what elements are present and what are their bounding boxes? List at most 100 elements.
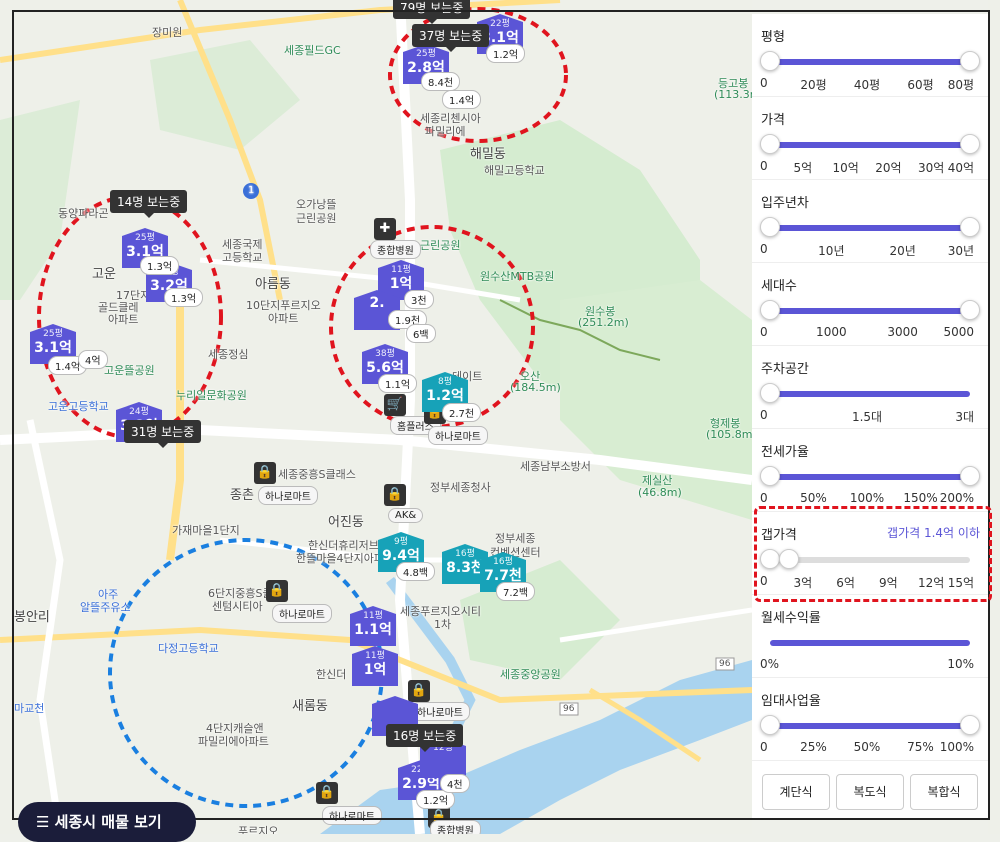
poi-icon[interactable]: 🔒 [254,462,276,484]
marker-body: 11평 1억 [352,646,398,686]
filter-title: 세대수 [761,279,797,294]
map-place-label: (46.8m) [638,486,682,499]
filter-slider-track[interactable] [770,225,970,231]
gap-price-bubble: 1.1억 [378,374,418,393]
map-place-label: 1차 [434,618,452,631]
filter-tick-label: 50% [800,491,827,505]
filter-slider-track[interactable] [770,723,970,729]
map-place-label: (251.2m) [578,316,629,329]
filter-slider-knob[interactable] [960,715,980,735]
filter-slider-knob[interactable] [960,134,980,154]
poi-icon[interactable]: ✚ [374,218,396,240]
filter-slider-track[interactable] [770,557,970,563]
filter-tick-label: 10억 [832,161,859,175]
filter-tick-label: 10년 [818,244,845,258]
filter-panel: 평형 0 20평 40평 60평 80평 가격 0 5억 10억 20억 30억 40억 입주년차 0 10년… [752,14,988,820]
filter-tick-label: 6억 [836,576,855,590]
map-place-label: 한신더 [316,668,347,681]
filter-slider-knob[interactable] [760,300,780,320]
list-listings-button[interactable]: ☰ 세종시 매물 보기 [18,802,196,842]
poi-label: 하나로마트 [322,806,382,825]
filter-slider-knob[interactable] [760,51,780,71]
map-place-label: 세종중앙공원 [500,668,561,681]
map-place-label: 세종남부소방서 [520,460,591,473]
map-place-label: 알뜰주유소 [80,601,131,614]
gap-price-bubble: 6백 [406,324,436,343]
filter-slider-knob[interactable] [760,383,780,403]
marker-size: 11평 [365,651,385,661]
gap-price-bubble: 1.3억 [164,288,204,307]
map-view[interactable]: 1 96 96 테이트 장미원 세종필드GC 세종리첸시아 파밀리에 해밀동 해밀고등학교… [0,0,752,834]
structure-button-1[interactable]: 복도식 [836,774,904,810]
viewer-count-tag: 79명 보는중 [393,0,471,24]
filter-tick-label: 10% [947,657,974,671]
poi-label: 하나로마트 [272,604,332,623]
map-place-label: 고등학교 [222,251,263,264]
gap-price-bubble: 4.8백 [396,562,436,581]
filter-slider-track[interactable] [770,142,970,148]
filter-ticks: 0% 10% [760,657,986,671]
filter-1: 가격 0 5억 10억 20억 30억 40억 [752,97,988,180]
map-place-label: 고운뜰공원 [104,364,155,377]
map-place-label: 해밀동 [470,147,506,162]
viewer-count-tag: 37명 보는중 [412,24,490,52]
filter-title: 입주년차 [761,196,809,211]
map-place-label: 푸르지오 [238,825,279,834]
poi-label: AK& [388,508,424,523]
filter-slider-track[interactable] [770,308,970,314]
filter-slider-track[interactable] [770,474,970,480]
filter-title: 가격 [761,113,785,128]
filter-slider-knob[interactable] [960,300,980,320]
filter-tick-label: 20억 [875,161,902,175]
poi-icon[interactable]: 🛒 [384,394,406,416]
filter-slider-knob[interactable] [960,466,980,486]
filter-slider-track[interactable] [770,391,970,397]
structure-button-0[interactable]: 계단식 [762,774,830,810]
filter-ticks: 0 25% 50% 75% 100% [760,740,986,754]
filter-slider-track[interactable] [770,640,970,646]
map-place-label: 세종중흥S클래스 [278,468,356,481]
filter-5: 전세가율 0 50% 100% 150% 200% [752,429,988,512]
filter-tick-label: 25% [800,740,827,754]
filter-title: 월세수익률 [761,611,821,626]
filter-tick-label: 1000 [816,325,847,339]
poi-icon[interactable]: 🔒 [384,484,406,506]
gap-price-bubble: 4천 [440,774,470,793]
filter-slider-knob[interactable] [760,715,780,735]
marker-size: 25평 [135,233,155,243]
map-place-label: 고운 [92,267,116,282]
map-place-label: 근린공원 [296,212,337,225]
filter-tick-label: 0 [760,325,768,339]
filter-slider-track[interactable] [770,59,970,65]
filter-ticks: 0 50% 100% 150% 200% [760,491,986,505]
filter-slider-knob[interactable] [960,51,980,71]
poi-icon[interactable]: 🔒 [266,580,288,602]
filter-tick-label: 0 [760,574,768,588]
structure-button-2[interactable]: 복합식 [910,774,978,810]
filter-tick-label: 0% [760,657,780,671]
poi-label: 하나로마트 [428,426,488,445]
map-place-label: 세종정심 [208,348,249,361]
marker-size: 9평 [393,537,408,547]
filter-slider-knob[interactable] [760,134,780,154]
filter-tick-label: 15억 [947,576,974,590]
marker-size: 24평 [129,407,149,417]
filter-slider-knob[interactable] [960,217,980,237]
marker-size: 25평 [43,329,63,339]
filter-slider-knob[interactable] [760,549,780,569]
gap-price-bubble: 1.2억 [486,44,526,63]
filter-6: 갭가격 갭가격 1.4억 이하 0 3억 6억 9억 12억 15억 [752,512,988,595]
road-shield-96: 96 [719,659,731,669]
filter-hint: 갭가격 1.4억 이하 [887,526,980,540]
filter-slider-knob[interactable] [760,466,780,486]
filter-tick-label: 20평 [800,78,827,92]
filter-tick-label: 30억 [918,161,945,175]
filter-slider-knob[interactable] [778,549,799,569]
map-place-label: 어진동 [328,515,364,530]
filter-slider-knob[interactable] [760,217,780,237]
filter-tick-label: 5억 [793,161,813,175]
gap-price-bubble: 8.4천 [421,72,461,91]
poi-icon[interactable]: 🔒 [316,782,338,804]
map-place-label: 아름동 [255,277,291,292]
map-place-label: 근린공원 [420,239,461,252]
